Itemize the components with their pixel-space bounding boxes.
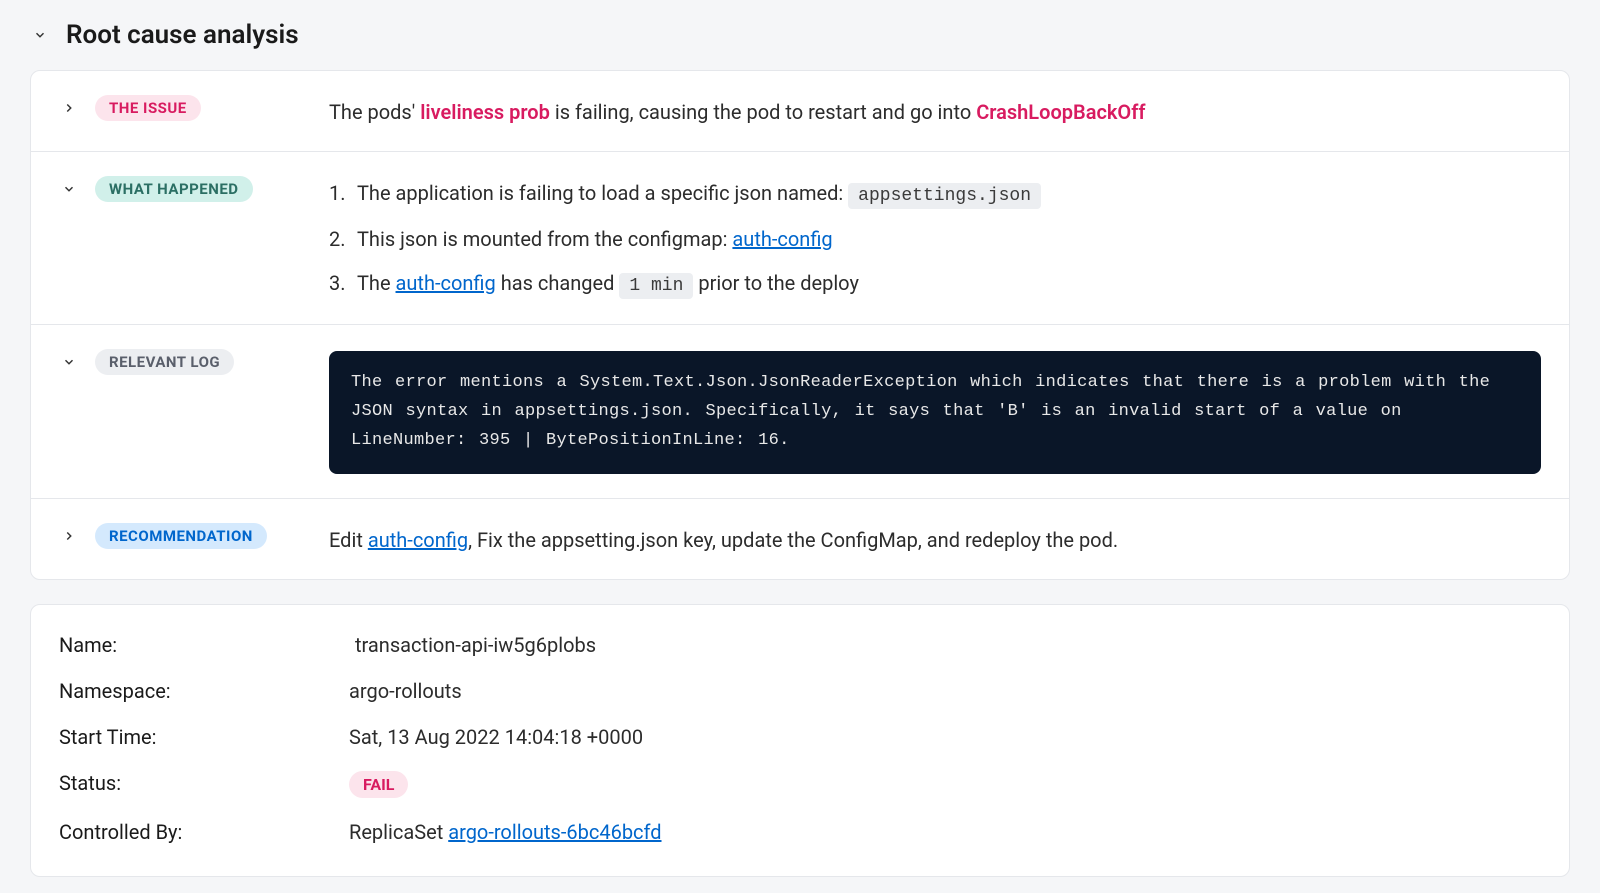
section-issue-header[interactable]: THE ISSUE <box>59 95 329 121</box>
list-item: The auth-config has changed 1 min prior … <box>329 268 1541 300</box>
section-relevant-log: RELEVANT LOG The error mentions a System… <box>31 325 1569 499</box>
info-row-namespace: Namespace: argo-rollouts <box>59 679 1541 703</box>
relevant-log-badge: RELEVANT LOG <box>95 349 234 375</box>
analysis-card: THE ISSUE The pods' liveliness prob is f… <box>30 70 1570 580</box>
info-row-status: Status: FAIL <box>59 771 1541 798</box>
name-value: transaction-api-iw5g6plobs <box>349 633 596 657</box>
controlled-label: Controlled By: <box>59 820 349 844</box>
chevron-right-icon[interactable] <box>59 98 79 118</box>
auth-config-link[interactable]: auth-config <box>368 528 468 552</box>
issue-content: The pods' liveliness prob is failing, ca… <box>329 95 1541 127</box>
controlled-prefix: ReplicaSet <box>349 820 448 844</box>
log-content-wrapper: The error mentions a System.Text.Json.Js… <box>329 349 1541 474</box>
chevron-right-icon[interactable] <box>59 526 79 546</box>
page-header: Root cause analysis <box>30 20 1570 50</box>
section-what-happened-header[interactable]: WHAT HAPPENED <box>59 176 329 202</box>
starttime-label: Start Time: <box>59 725 349 749</box>
recommendation-content: Edit auth-config, Fix the appsetting.jso… <box>329 523 1541 555</box>
namespace-label: Namespace: <box>59 679 349 703</box>
status-badge: FAIL <box>349 771 408 798</box>
recommendation-badge: RECOMMENDATION <box>95 523 267 549</box>
chevron-down-icon[interactable] <box>59 179 79 199</box>
auth-config-link[interactable]: auth-config <box>732 227 832 251</box>
item3-code: 1 min <box>619 273 693 299</box>
section-log-header[interactable]: RELEVANT LOG <box>59 349 329 375</box>
list-item: This json is mounted from the configmap:… <box>329 224 1541 254</box>
section-issue: THE ISSUE The pods' liveliness prob is f… <box>31 71 1569 152</box>
status-value: FAIL <box>349 771 408 798</box>
replicaset-link[interactable]: argo-rollouts-6bc46bcfd <box>448 820 661 844</box>
item2-text: This json is mounted from the configmap: <box>357 227 732 251</box>
item3-mid: has changed <box>496 271 620 295</box>
collapse-page-icon[interactable] <box>30 25 50 45</box>
issue-text-mid: is failing, causing the pod to restart a… <box>550 100 976 124</box>
info-row-controlled: Controlled By: ReplicaSet argo-rollouts-… <box>59 820 1541 844</box>
issue-badge: THE ISSUE <box>95 95 201 121</box>
rec-before: Edit <box>329 528 368 552</box>
namespace-value: argo-rollouts <box>349 679 462 703</box>
page-title: Root cause analysis <box>66 20 299 50</box>
status-label: Status: <box>59 771 349 798</box>
auth-config-link[interactable]: auth-config <box>396 271 496 295</box>
info-row-starttime: Start Time: Sat, 13 Aug 2022 14:04:18 +0… <box>59 725 1541 749</box>
log-block: The error mentions a System.Text.Json.Js… <box>329 351 1541 474</box>
section-recommendation-header[interactable]: RECOMMENDATION <box>59 523 329 549</box>
section-what-happened: WHAT HAPPENED The application is failing… <box>31 152 1569 325</box>
item3-before: The <box>357 271 396 295</box>
rec-after: , Fix the appsetting.json key, update th… <box>468 528 1118 552</box>
issue-highlight-liveliness: liveliness prob <box>420 100 550 124</box>
item1-text: The application is failing to load a spe… <box>357 181 848 205</box>
item3-after: prior to the deploy <box>693 271 859 295</box>
issue-highlight-crashloop: CrashLoopBackOff <box>976 100 1145 124</box>
pod-info-card: Name: transaction-api-iw5g6plobs Namespa… <box>30 604 1570 877</box>
item1-code: appsettings.json <box>848 183 1041 209</box>
info-row-name: Name: transaction-api-iw5g6plobs <box>59 633 1541 657</box>
section-recommendation: RECOMMENDATION Edit auth-config, Fix the… <box>31 499 1569 579</box>
controlled-value: ReplicaSet argo-rollouts-6bc46bcfd <box>349 820 662 844</box>
list-item: The application is failing to load a spe… <box>329 178 1541 210</box>
name-label: Name: <box>59 633 349 657</box>
chevron-down-icon[interactable] <box>59 352 79 372</box>
starttime-value: Sat, 13 Aug 2022 14:04:18 +0000 <box>349 725 643 749</box>
what-happened-badge: WHAT HAPPENED <box>95 176 253 202</box>
issue-text-before: The pods' <box>329 100 420 124</box>
what-happened-content: The application is failing to load a spe… <box>329 176 1541 300</box>
